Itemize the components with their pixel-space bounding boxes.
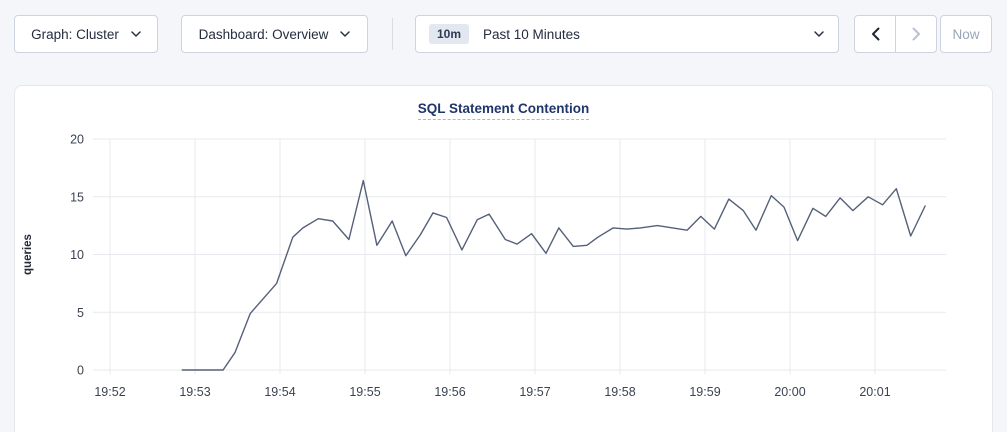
x-tick-label: 19:58 bbox=[604, 385, 635, 399]
chevron-down-icon bbox=[131, 31, 141, 37]
next-time-button[interactable] bbox=[896, 16, 936, 52]
now-button[interactable]: Now bbox=[940, 15, 992, 53]
x-tick-label: 19:55 bbox=[349, 385, 380, 399]
y-axis-label: queries bbox=[22, 234, 34, 275]
x-tick-label: 19:53 bbox=[179, 385, 210, 399]
y-tick-label: 10 bbox=[70, 248, 84, 262]
y-tick-label: 0 bbox=[77, 364, 84, 378]
prev-time-button[interactable] bbox=[855, 16, 896, 52]
dashboard-dropdown-label: Dashboard: Overview bbox=[199, 27, 329, 42]
chevron-down-icon bbox=[340, 31, 350, 37]
x-tick-label: 19:56 bbox=[434, 385, 465, 399]
toolbar-divider bbox=[392, 18, 393, 50]
graph-dropdown-label: Graph: Cluster bbox=[31, 27, 119, 42]
x-tick-label: 19:57 bbox=[519, 385, 550, 399]
chevron-left-icon bbox=[871, 27, 880, 41]
dashboard-dropdown[interactable]: Dashboard: Overview bbox=[181, 15, 368, 53]
x-tick-label: 20:01 bbox=[859, 385, 890, 399]
time-window-badge: 10m bbox=[429, 24, 469, 44]
chevron-down-icon bbox=[814, 31, 824, 37]
x-tick-label: 20:00 bbox=[774, 385, 805, 399]
x-tick-label: 19:54 bbox=[264, 385, 295, 399]
y-tick-label: 20 bbox=[70, 133, 84, 147]
x-tick-label: 19:52 bbox=[94, 385, 125, 399]
time-range-dropdown[interactable]: 10m Past 10 Minutes bbox=[415, 15, 839, 53]
y-tick-label: 5 bbox=[77, 306, 84, 320]
sql-contention-line-chart[interactable]: 0 5 10 15 20 19:52 19:53 19:54 19:55 19:56 19:57 19… bbox=[14, 85, 993, 432]
time-range-label: Past 10 Minutes bbox=[483, 27, 580, 42]
time-nav-group bbox=[854, 15, 937, 53]
graph-dropdown[interactable]: Graph: Cluster bbox=[14, 15, 158, 53]
series-line-queries bbox=[182, 181, 925, 370]
chevron-right-icon bbox=[912, 27, 921, 41]
y-tick-label: 15 bbox=[70, 190, 84, 204]
x-tick-label: 19:59 bbox=[689, 385, 720, 399]
chart-panel: SQL Statement Contention 0510152019:5219… bbox=[14, 85, 993, 432]
